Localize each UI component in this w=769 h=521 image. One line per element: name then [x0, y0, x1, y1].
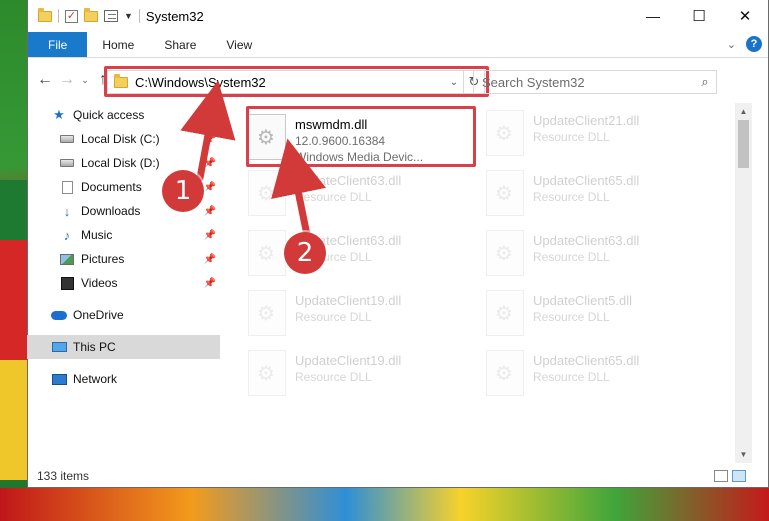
arrow-one	[180, 80, 236, 182]
arrow-two	[271, 138, 327, 244]
callout-arrows	[180, 80, 327, 244]
callout-badge-two: 2	[284, 232, 326, 274]
callout-badge-one: 1	[162, 170, 204, 212]
